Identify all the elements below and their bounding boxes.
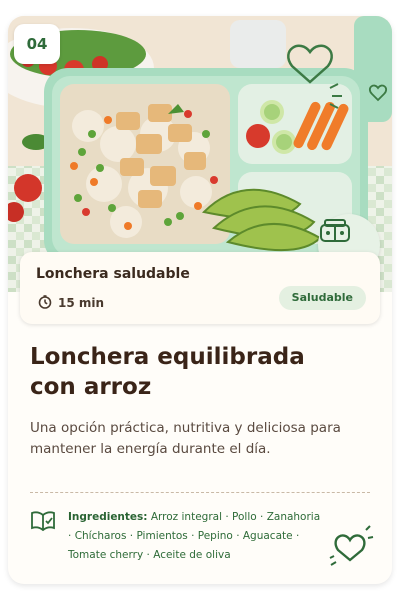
recipe-card[interactable]: 04 Lonchera saludable 15 min Saludable L…	[8, 16, 392, 584]
prep-time: 15 min	[38, 294, 104, 312]
ingredient-item: Tomate cherry	[68, 549, 144, 561]
open-book-icon	[30, 510, 56, 536]
ingredient-item: Zanahoria	[266, 511, 321, 523]
ingredients-list: Ingredientes: Arroz integral · Pollo · Z…	[68, 508, 324, 565]
ingredient-item: Aceite de oliva	[153, 549, 231, 561]
recipe-title-line1: Lonchera equilibrada	[30, 344, 305, 370]
ingredient-separator: ·	[126, 530, 137, 542]
ingredient-separator: ·	[143, 549, 154, 561]
recipe-title: Lonchera equilibrada con arroz	[30, 342, 370, 402]
step-number-badge: 04	[14, 24, 60, 64]
recipe-info-box: Lonchera saludable 15 min Saludable	[20, 252, 380, 324]
ingredient-separator: ·	[68, 530, 75, 542]
recipe-title-line2: con arroz	[30, 374, 152, 400]
ingredient-separator: ·	[292, 530, 300, 542]
recipe-description: Una opción práctica, nutritiva y delicio…	[30, 420, 341, 457]
food-photo: 04	[8, 16, 392, 292]
ingredient-item: Pollo	[232, 511, 257, 523]
ingredient-separator: ·	[222, 511, 233, 523]
category-title: Lonchera saludable	[36, 266, 190, 282]
clock-icon	[38, 294, 52, 312]
ingredient-item: Pepino	[197, 530, 233, 542]
ingredient-item: Chícharos	[74, 530, 127, 542]
ingredient-item: Pimientos	[136, 530, 188, 542]
ingredient-separator: ·	[232, 530, 243, 542]
prep-time-label: 15 min	[58, 296, 105, 310]
divider	[30, 492, 370, 493]
healthy-tag[interactable]: Saludable	[278, 286, 366, 310]
ingredient-item: Aguacate	[242, 530, 293, 542]
ingredient-item: Arroz integral	[150, 511, 223, 523]
ingredient-separator: ·	[256, 511, 267, 523]
ingredient-separator: ·	[187, 530, 198, 542]
ingredients-label: Ingredientes:	[68, 511, 148, 523]
heart-icon	[328, 524, 374, 572]
